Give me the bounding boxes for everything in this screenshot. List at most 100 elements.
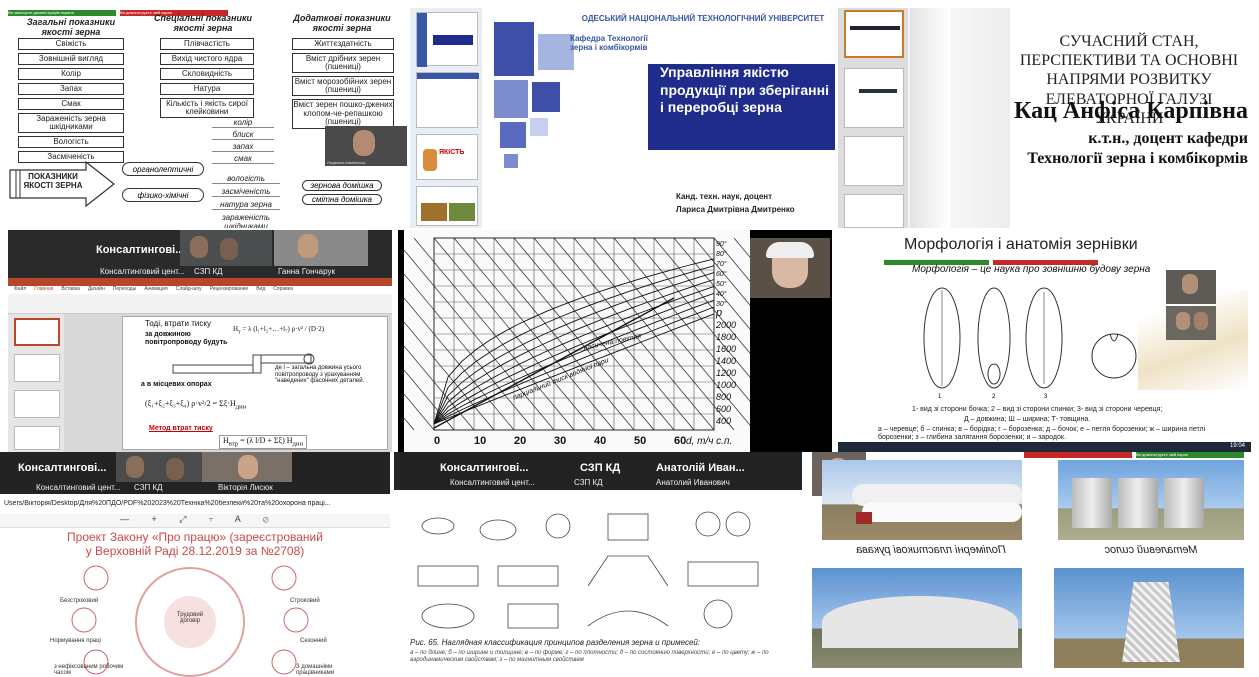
col2-item-0: Плівчастість <box>160 38 254 50</box>
anno-partial: парціальний тиск водяної пари <box>512 356 610 402</box>
angle-4: 50° <box>716 280 727 288</box>
university-name: ОДЕСЬКИЙ НАЦІОНАЛЬНИЙ ТЕХНОЛОГІЧНИЙ УНІВ… <box>581 14 825 23</box>
thumb-4[interactable] <box>416 186 478 226</box>
x-tick-3: 30 <box>554 435 566 447</box>
tab-4[interactable]: Переходы <box>113 286 136 294</box>
tile-separation: Консалтингові... СЗП КД Анатолій Иван...… <box>394 452 802 677</box>
organo-item-3: смак <box>212 154 274 164</box>
ppt-thumbs <box>8 314 64 452</box>
phys-item-0: вологість <box>212 174 280 184</box>
tile-elevator-slide: СУЧАСНИЙ СТАН, ПЕРСПЕКТИВИ ТА ОСНОВНІ НА… <box>838 8 1253 228</box>
col3-item-2: Вміст морозобійних зерен (пшениці) <box>292 76 394 96</box>
thumb-1[interactable] <box>416 12 478 67</box>
caption-silo: Металевий силос <box>1104 544 1198 556</box>
sharing-label-9: Ви демонструєте свій екран <box>1136 452 1244 458</box>
sub-item-trash: смітна домішка <box>302 194 382 205</box>
law-item-0: Безстроковий <box>60 598 99 604</box>
col3-item-1: Вміст дрібних зерен (пшениці) <box>292 53 394 73</box>
formula-2: (ξ₁+ξ₂+ξ₃+ξ₄) ρ·v²/2 = Σξ·Hдин <box>145 399 247 411</box>
thumb-3-1[interactable] <box>844 10 904 58</box>
law-item-1: Строковий <box>290 598 320 604</box>
label8-2: Анатолий Иванович <box>656 478 730 487</box>
formula-1: Hт = λ (l₁+l₂+…+l₇) ρ·v² / (D·2) <box>233 325 325 336</box>
tab-8[interactable]: Вид <box>256 286 265 294</box>
tab-2[interactable]: Вставка <box>61 286 80 294</box>
x-tick-1: 10 <box>474 435 486 447</box>
department: Кафедра Технології зерна і комбікормів <box>570 34 648 53</box>
ppt-thumb-3[interactable] <box>14 390 60 418</box>
ppt-tabs: Файл Главная Вставка Дизайн Переходы Ани… <box>8 286 392 294</box>
angle-2: 70° <box>716 260 727 268</box>
morph-caption-1: 1- вид зі сторони бочка; 2 – вид зі стор… <box>912 406 1163 413</box>
sharing-bar-9: Ви демонструєте свій екран <box>1024 452 1244 458</box>
tab-0[interactable]: Файл <box>14 286 26 294</box>
ppt-titlebar <box>8 278 392 286</box>
col3-item-3: Вміст зерен пошко-джених клопом-че-репаш… <box>292 99 394 129</box>
label7-0: Консалтинговий цент... <box>36 483 121 492</box>
fig-num-1: 1 <box>938 394 942 400</box>
pdf-path: Users/Вікторія/Desktop/Для%20ПДО/PDF%202… <box>4 500 331 507</box>
x-unit: d, т/ч с.п. <box>686 436 732 447</box>
video-7a <box>116 452 202 482</box>
tab-3[interactable]: Дизайн <box>88 286 105 294</box>
tab-6[interactable]: Слайд-шоу <box>176 286 202 294</box>
tab-7[interactable]: Рецензирование <box>210 286 249 294</box>
text-line-4: де l – загальна довжина усього повітропр… <box>275 365 365 385</box>
y-tick-1: 1800 <box>716 332 736 342</box>
thumb-3-3[interactable] <box>844 136 904 186</box>
ppt-thumb-2[interactable] <box>14 354 60 382</box>
x-tick-4: 40 <box>594 435 606 447</box>
col2-header: Спеціальні показники якості зерна <box>153 13 253 33</box>
thumb-3[interactable]: ЯКІСТЬ <box>416 134 478 180</box>
tile-labor-law: Консалтингові... Консалтинговий цент... … <box>0 452 390 677</box>
y-tick-0: 2000 <box>715 320 736 330</box>
zoom-name: Консалтингові... <box>96 244 185 256</box>
text-line-2: за довжиною повітропроводу будуть <box>145 331 228 346</box>
recording-label: Ви записуєте демонстрацію екрана <box>8 10 116 16</box>
pdf-toolbar: — + ⤢ ▿ A ⊘ <box>0 514 390 528</box>
caption-sleeves: Полімерні пластикові рукава <box>856 544 1006 556</box>
tile-quality-slide: ЯКІСТЬ ОДЕСЬКИЙ НАЦІОНАЛЬНИЙ ТЕХНОЛОГІЧН… <box>410 8 835 228</box>
author-name: Лариса Дмитрівна Дмитренко <box>676 205 795 214</box>
zoom-name-8c: Анатолій Иван... <box>656 462 745 474</box>
ppt-thumb-1[interactable] <box>14 318 60 346</box>
photo-silo <box>1058 460 1244 540</box>
zoom-labels: Консалтинговий цент... СЗП КД Ганна Гонч… <box>8 266 392 278</box>
tab-9[interactable]: Справка <box>273 286 293 294</box>
thumb-3-4[interactable] <box>844 194 904 228</box>
quality-arrow-label: ПОКАЗНИКИ ЯКОСТІ ЗЕРНА <box>23 172 83 190</box>
tile-quality-scheme: Ви записуєте демонстрацію екрана Ви демо… <box>0 0 410 228</box>
angle-0: 90° <box>716 240 727 248</box>
y-tick-2: 1600 <box>716 344 736 354</box>
col1-item-3: Запах <box>18 83 124 95</box>
zoom-name-8a: Консалтингові... <box>440 462 529 474</box>
ppt-thumb-4[interactable] <box>14 426 60 450</box>
tab-1[interactable]: Главная <box>34 286 53 294</box>
law-item-5: З домашніми працівниками <box>296 664 335 676</box>
label7-2: Вікторія Лисюк <box>218 483 273 492</box>
physchem-box: фізико-хімічні <box>122 188 204 202</box>
law-title-2: у Верховній Раді 28.12.2019 за №2708) <box>85 544 305 558</box>
col2-item-3: Натура <box>160 83 254 95</box>
phys-item-3: зараженість шкідниками <box>212 213 280 228</box>
text-line-3: а в місцевих опорах <box>141 381 212 388</box>
tab-5[interactable]: Анимация <box>144 286 167 294</box>
col3-item-0: Життєздатність <box>292 38 394 50</box>
grain-drawings <box>923 287 1137 389</box>
tile-morphology: Морфологія і анатомія зернівки Морфологі… <box>838 230 1251 452</box>
law-item-3: Сезонний <box>300 638 327 644</box>
photo-sleeves <box>822 460 1022 540</box>
col2-item-2: Скловидність <box>160 68 254 80</box>
thumb-2[interactable] <box>416 72 479 128</box>
col2-item-1: Вихід чистого ядра <box>160 53 254 65</box>
label-goncharuk: Ганна Гончарук <box>278 267 335 276</box>
col1-item-1: Зовнішній вигляд <box>18 53 124 65</box>
zoom-labels-7: Консалтинговий цент... СЗП КД Вікторія Л… <box>0 482 390 494</box>
ppt-slide: Тоді, втрати тиску за довжиною повітропр… <box>122 316 388 450</box>
video-lysiuk <box>202 452 292 482</box>
photo-hangar <box>812 568 1022 668</box>
text-line-1: Тоді, втрати тиску <box>145 319 211 328</box>
thumb-3-2[interactable] <box>844 68 904 128</box>
y-tick-8: 400 <box>716 416 731 426</box>
col1-item-4: Смак <box>18 98 124 110</box>
